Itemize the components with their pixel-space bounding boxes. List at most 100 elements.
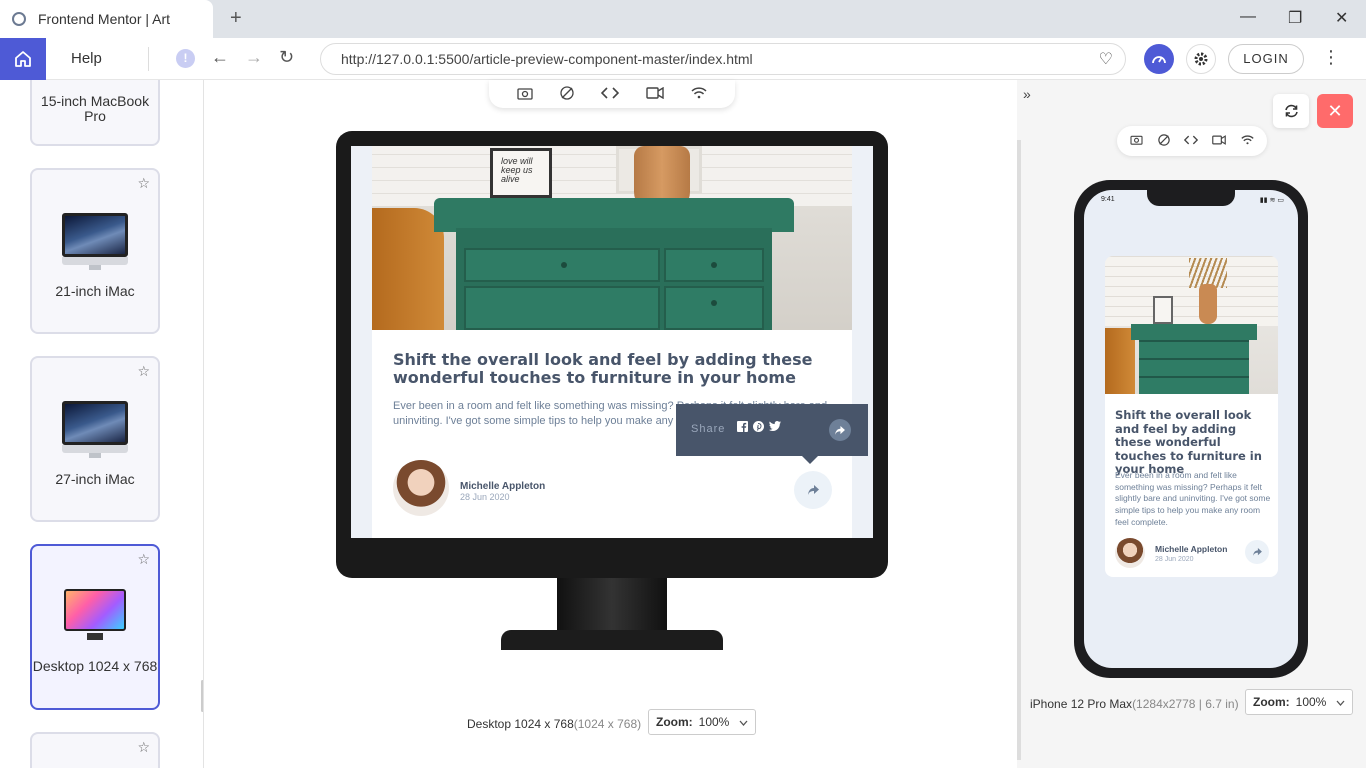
favorite-star-icon[interactable]: ☆ [137,175,150,192]
mobile-author-name: Michelle Appleton [1155,544,1228,554]
browser-tabstrip: Frontend Mentor | Art + — ❐ ✕ [0,0,1366,38]
wall-frame: love will keep us alive [490,148,552,198]
screenshot-icon[interactable] [516,86,533,103]
device-card-desktop-1024[interactable]: ☆ Desktop 1024 x 768 [30,544,160,710]
share-icon [1252,548,1262,556]
code-icon[interactable] [600,86,620,102]
imac-stand [89,265,101,270]
post-date: 28 Jun 2020 [460,492,510,502]
help-link[interactable]: Help [71,50,102,67]
mobile-article-title: Shift the overall look and feel by addin… [1115,408,1262,476]
video-icon[interactable] [1212,134,1227,148]
home-button[interactable] [0,38,46,80]
pinterest-icon[interactable] [753,421,764,432]
brick-wall [372,146,852,206]
device-label: Desktop 1024 x 768 [32,658,158,674]
info-icon[interactable]: ! [176,49,195,68]
rotate-off-icon[interactable] [560,85,574,103]
url-text[interactable]: http://127.0.0.1:5500/article-preview-co… [341,51,753,67]
forward-button[interactable]: → [245,47,263,68]
desktop-monitor-frame: love will keep us alive Shift the overal… [336,131,888,578]
zoom-value: 100% [1295,695,1327,709]
device-toolbar [489,80,735,108]
speedometer-icon [1152,56,1166,64]
window-close-button[interactable]: ✕ [1335,8,1348,28]
mobile-share-button[interactable] [1245,540,1269,564]
favorite-star-icon[interactable]: ☆ [137,551,150,568]
screenshot-icon[interactable] [1130,134,1143,148]
iphone-frame: 9:41 ▮▮ ≋ ▭ Shift the overall look and f… [1074,180,1308,678]
device-label: 27-inch iMac [55,471,135,487]
twitter-icon[interactable] [769,421,781,432]
mobile-preview-panel: » ✕ 9:41 ▮▮ ≋ ▭ Shift the overall look a… [1017,80,1366,768]
reload-button[interactable]: ↻ [279,47,294,68]
browser-tab[interactable]: Frontend Mentor | Art [0,0,213,38]
favorite-star-icon[interactable]: ☆ [137,739,150,756]
share-icon [835,425,845,435]
device-dimensions: (1024 x 768) [573,717,642,731]
favorite-icon[interactable]: ♡ [1099,49,1113,69]
home-icon [15,51,31,67]
collapse-panel-icon[interactable]: » [1023,86,1031,102]
desktop-viewport: love will keep us alive Shift the overal… [351,146,873,538]
minimize-button[interactable]: — [1240,8,1256,26]
mobile-device-dimensions: (1284x2778 | 6.7 in) [1132,697,1239,711]
gear-icon [1194,52,1208,66]
code-icon[interactable] [1183,135,1199,148]
settings-button[interactable] [1186,44,1216,74]
monitor-base [501,630,723,650]
new-tab-button[interactable]: + [230,8,242,28]
device-sidebar: 15-inch MacBook Pro ☆ 21-inch iMac ☆ 27-… [0,80,204,768]
status-icons: ▮▮ ≋ ▭ [1259,197,1284,204]
device-caption: Desktop 1024 x 768(1024 x 768) [467,717,641,731]
mobile-article-image [1105,256,1278,394]
dresser [1139,340,1249,394]
drawer-knob [711,262,717,268]
toolbar-divider [148,47,149,71]
drawer [464,248,660,282]
sidebar-scrollbar[interactable] [201,680,203,712]
device-name: Desktop 1024 x 768 [467,717,574,731]
restore-button[interactable]: ❐ [1288,8,1302,28]
imac-stand [89,453,101,458]
frame-art-text: love will keep us alive [501,156,533,184]
imac-chin [62,257,128,265]
back-button[interactable]: ← [211,47,229,68]
imac-thumbnail [62,401,128,445]
sync-button[interactable] [1273,94,1309,128]
zoom-select[interactable]: Zoom: 100% [648,709,756,735]
mobile-zoom-select[interactable]: Zoom: 100% [1245,689,1353,715]
url-bar[interactable]: http://127.0.0.1:5500/article-preview-co… [320,43,1126,75]
device-card-next[interactable]: ☆ [30,732,160,768]
wifi-icon[interactable] [1241,134,1254,148]
more-menu-icon[interactable]: ⋮ [1322,47,1340,68]
device-card-imac27[interactable]: ☆ 27-inch iMac [30,356,160,522]
login-button[interactable]: LOGIN [1228,44,1304,74]
device-card-imac21[interactable]: ☆ 21-inch iMac [30,168,160,334]
close-panel-button[interactable]: ✕ [1317,94,1353,128]
mobile-viewport: 9:41 ▮▮ ≋ ▭ Shift the overall look and f… [1084,190,1298,668]
favorite-star-icon[interactable]: ☆ [137,363,150,380]
drawer-knob [711,300,717,306]
share-label: Share [691,423,726,435]
tooltip-share-button[interactable] [829,419,851,441]
performance-button[interactable] [1144,44,1174,74]
rotate-off-icon[interactable] [1157,133,1170,149]
author-name: Michelle Appleton [460,481,546,492]
avatar [1115,538,1145,568]
device-card-macbook[interactable]: 15-inch MacBook Pro [30,80,160,146]
wifi-icon[interactable] [691,86,707,102]
dresser-top [1131,324,1257,340]
imac-chin [62,445,128,453]
tab-title: Frontend Mentor | Art [38,11,171,27]
panel-scrollbar[interactable] [1017,140,1021,760]
dresser [456,228,772,330]
monitor-neck [557,578,667,630]
video-icon[interactable] [646,86,664,102]
share-tooltip: Share [676,404,868,464]
globe-icon [12,12,26,26]
facebook-icon[interactable] [737,421,748,432]
sync-icon [1284,104,1298,118]
share-button[interactable] [794,471,832,509]
article-title: Shift the overall look and feel by addin… [393,350,813,387]
